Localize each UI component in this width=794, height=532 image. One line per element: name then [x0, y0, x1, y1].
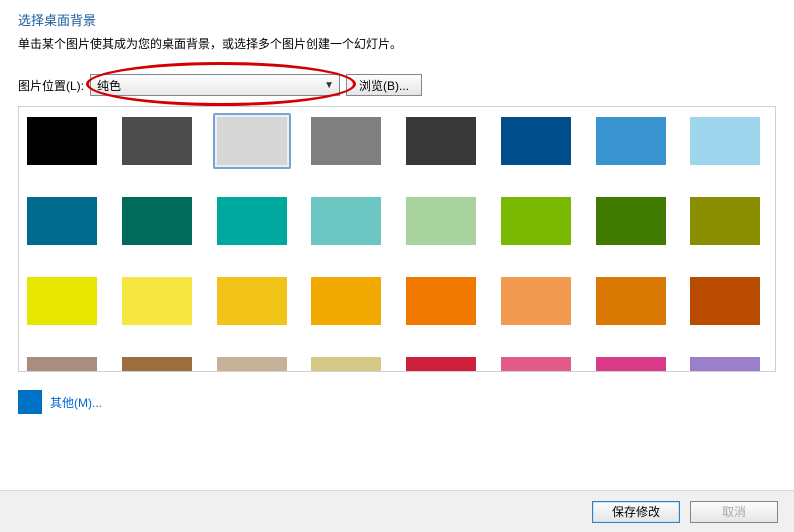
color-swatch[interactable] [307, 193, 385, 249]
color-swatch-fill [406, 357, 476, 371]
color-swatch-fill [217, 357, 287, 371]
color-swatch[interactable] [497, 113, 575, 169]
swatch-grid [23, 113, 771, 371]
save-button[interactable]: 保存修改 [592, 501, 680, 523]
color-swatch[interactable] [686, 273, 764, 329]
footer-bar: 保存修改 取消 [0, 490, 794, 532]
color-swatch[interactable] [118, 273, 196, 329]
color-swatch[interactable] [686, 353, 764, 371]
color-swatch[interactable] [213, 113, 291, 169]
color-swatch-fill [501, 357, 571, 371]
color-swatch-fill [596, 357, 666, 371]
color-swatch[interactable] [23, 113, 101, 169]
color-swatch-fill [27, 197, 97, 245]
color-swatch-fill [690, 277, 760, 325]
color-swatch[interactable] [592, 113, 670, 169]
color-swatch-fill [217, 197, 287, 245]
color-swatch-fill [596, 277, 666, 325]
color-swatch-fill [501, 117, 571, 165]
color-swatch[interactable] [307, 353, 385, 371]
color-swatch[interactable] [402, 193, 480, 249]
color-swatch[interactable] [118, 113, 196, 169]
location-dropdown[interactable]: 纯色 ▼ [90, 74, 340, 96]
color-swatch-fill [690, 357, 760, 371]
color-swatch-fill [27, 357, 97, 371]
color-swatch-fill [217, 277, 287, 325]
color-swatch-fill [311, 117, 381, 165]
color-swatch[interactable] [497, 353, 575, 371]
color-swatch-fill [122, 277, 192, 325]
color-swatch-fill [690, 117, 760, 165]
color-swatch-fill [122, 197, 192, 245]
color-swatch[interactable] [592, 273, 670, 329]
page-title: 选择桌面背景 [18, 10, 776, 29]
color-swatch[interactable] [592, 193, 670, 249]
color-swatch-fill [406, 277, 476, 325]
color-swatch[interactable] [402, 273, 480, 329]
color-swatch[interactable] [402, 353, 480, 371]
color-swatch[interactable] [213, 353, 291, 371]
dropdown-value: 纯色 [97, 77, 121, 94]
browse-label: 浏览(B)... [359, 77, 409, 94]
color-swatch[interactable] [497, 193, 575, 249]
color-swatch[interactable] [592, 353, 670, 371]
color-swatch-fill [122, 357, 192, 371]
color-swatch[interactable] [213, 273, 291, 329]
color-swatch[interactable] [686, 113, 764, 169]
other-color-swatch[interactable] [18, 390, 42, 414]
color-swatch-fill [596, 117, 666, 165]
palette-container [18, 106, 776, 372]
color-swatch[interactable] [307, 273, 385, 329]
color-swatch-fill [311, 357, 381, 371]
other-color-row: 其他(M)... [18, 390, 776, 414]
color-swatch-fill [311, 197, 381, 245]
color-swatch-fill [122, 117, 192, 165]
color-swatch[interactable] [497, 273, 575, 329]
color-swatch-fill [406, 197, 476, 245]
other-color-link[interactable]: 其他(M)... [50, 394, 102, 411]
page-subtitle: 单击某个图片使其成为您的桌面背景，或选择多个图片创建一个幻灯片。 [18, 35, 776, 52]
color-swatch-fill [690, 197, 760, 245]
color-swatch-fill [501, 277, 571, 325]
location-label: 图片位置(L): [18, 77, 84, 94]
save-label: 保存修改 [612, 503, 660, 520]
color-swatch-fill [596, 197, 666, 245]
color-swatch-fill [311, 277, 381, 325]
controls-row: 图片位置(L): 纯色 ▼ 浏览(B)... [18, 74, 776, 96]
color-swatch[interactable] [118, 353, 196, 371]
color-swatch[interactable] [23, 193, 101, 249]
color-swatch-fill [27, 117, 97, 165]
palette-scroll[interactable] [19, 107, 775, 371]
cancel-label: 取消 [722, 503, 746, 520]
chevron-down-icon: ▼ [321, 77, 337, 93]
color-swatch[interactable] [23, 273, 101, 329]
color-swatch-fill [501, 197, 571, 245]
color-swatch-fill [217, 117, 287, 165]
browse-button[interactable]: 浏览(B)... [346, 74, 422, 96]
color-swatch[interactable] [23, 353, 101, 371]
color-swatch[interactable] [213, 193, 291, 249]
color-swatch[interactable] [402, 113, 480, 169]
cancel-button[interactable]: 取消 [690, 501, 778, 523]
color-swatch-fill [406, 117, 476, 165]
color-swatch[interactable] [118, 193, 196, 249]
color-swatch[interactable] [686, 193, 764, 249]
color-swatch-fill [27, 277, 97, 325]
color-swatch[interactable] [307, 113, 385, 169]
